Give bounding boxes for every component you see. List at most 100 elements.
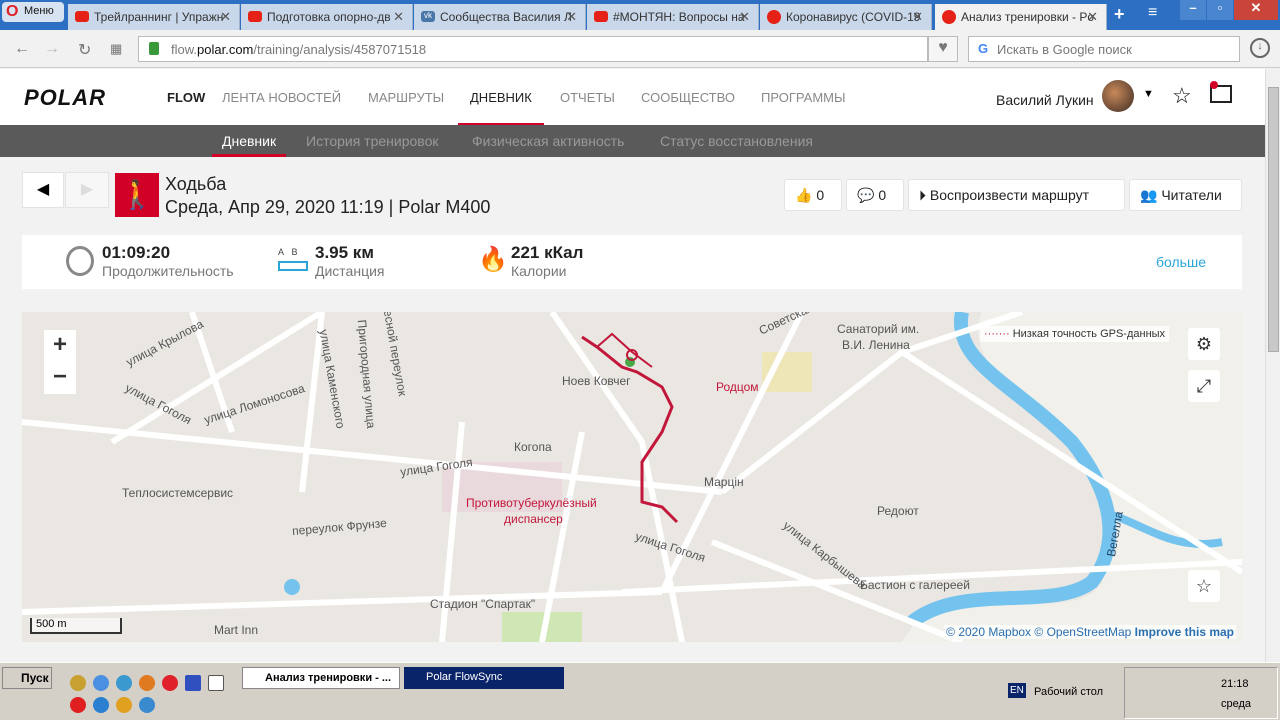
new-tab-button[interactable]: + <box>1114 4 1125 24</box>
browser-tab[interactable]: Коронавирус (COVID-19 ✕ <box>760 4 932 30</box>
browser-tab[interactable]: #МОНТЯН: Вопросы на ✕ <box>587 4 759 30</box>
chrome-icon[interactable] <box>93 675 109 691</box>
close-tab-icon[interactable]: ✕ <box>912 9 923 25</box>
yandex-icon[interactable] <box>70 697 86 713</box>
close-tab-icon[interactable]: ✕ <box>566 9 577 25</box>
tab-menu-icon[interactable]: ≡ <box>1148 4 1157 24</box>
nav-diary[interactable]: ДНЕВНИК <box>458 90 544 126</box>
forward-icon[interactable]: → <box>44 40 60 58</box>
replay-label: Воспроизвести маршрут <box>929 187 1090 203</box>
search-placeholder: Искать в Google поиск <box>997 42 1132 57</box>
close-window-button[interactable]: ✕ <box>1234 0 1278 20</box>
language-indicator[interactable]: EN <box>1008 683 1026 698</box>
nav-routes[interactable]: МАРШРУТЫ <box>368 90 444 105</box>
search-input[interactable]: G Искать в Google поиск <box>968 36 1240 62</box>
speed-dial-icon[interactable]: ▦ <box>110 41 122 57</box>
close-tab-icon[interactable]: ✕ <box>739 9 750 25</box>
firefox-icon[interactable] <box>139 675 155 691</box>
bookmark-heart-icon[interactable]: ♥ <box>928 36 958 62</box>
subnav-activity[interactable]: Физическая активность <box>472 133 624 149</box>
download-icon[interactable]: ↓ <box>1250 38 1270 58</box>
opera-icon[interactable] <box>162 675 178 691</box>
notification-dot <box>1210 81 1218 89</box>
favorite-star-icon[interactable]: ☆ <box>1188 570 1220 602</box>
clock-time[interactable]: 21:18 <box>1221 678 1249 690</box>
map-label: Противотуберкулёзный <box>466 496 597 510</box>
star-icon[interactable]: ☆ <box>1172 83 1192 109</box>
next-training-button[interactable]: ▶ <box>65 172 109 208</box>
taskbar-window-browser[interactable]: Анализ тренировки - ... <box>242 667 400 689</box>
window-label: Polar FlowSync <box>426 671 503 683</box>
calories-stat: 221 кКал Калории <box>511 243 583 279</box>
close-tab-icon[interactable]: ✕ <box>1087 9 1098 25</box>
browser-tab[interactable]: Трейлраннинг | Упражн ✕ <box>68 4 240 30</box>
opera-icon <box>767 10 781 24</box>
desktop-toolbar[interactable]: Рабочий стол <box>1034 686 1103 698</box>
point-a: A <box>278 247 285 257</box>
quicklaunch-icon[interactable] <box>139 697 155 713</box>
replay-route-button[interactable]: ⏵ Воспроизвести маршрут <box>908 179 1125 211</box>
nav-programs[interactable]: ПРОГРАММЫ <box>761 90 846 105</box>
prev-training-button[interactable]: ◀ <box>22 172 64 208</box>
nav-community[interactable]: СООБЩЕСТВО <box>641 90 735 105</box>
dotted-line-icon: ······· <box>984 328 1010 340</box>
duration-label: Продолжительность <box>102 263 234 279</box>
browser-tab-active[interactable]: Анализ тренировки - Po ✕ <box>935 4 1107 30</box>
subnav-recovery[interactable]: Статус восстановления <box>660 133 813 149</box>
map-scale: 500 m <box>30 618 122 634</box>
browser-menu-button[interactable]: O Меню <box>2 2 64 22</box>
map-label: Марцін <box>704 475 744 489</box>
user-name[interactable]: Василий Лукин <box>996 92 1094 108</box>
walking-icon: 🚶 <box>115 173 159 217</box>
taskbar-window-flowsync[interactable]: Polar FlowSync <box>404 667 564 689</box>
reload-icon[interactable]: ↻ <box>78 40 91 60</box>
restore-button[interactable]: ▫ <box>1207 0 1233 20</box>
url-input[interactable]: flow.polar.com/training/analysis/4587071… <box>138 36 928 62</box>
zoom-in-button[interactable]: + <box>44 330 76 362</box>
readers-button[interactable]: 👥 Читатели <box>1129 179 1242 211</box>
chevron-down-icon[interactable]: ▼ <box>1143 88 1154 100</box>
ie-icon[interactable] <box>93 697 109 713</box>
media-icon[interactable] <box>116 697 132 713</box>
quicklaunch-icon[interactable] <box>116 675 132 691</box>
youtube-icon <box>75 11 89 22</box>
nav-feed[interactable]: ЛЕНТА НОВОСТЕЙ <box>222 90 341 105</box>
scrollbar-thumb[interactable] <box>1268 87 1279 352</box>
mapbox-link[interactable]: © 2020 Mapbox <box>946 625 1031 639</box>
subnav-history[interactable]: История тренировок <box>306 133 438 149</box>
save-icon[interactable] <box>185 675 201 691</box>
browser-tab[interactable]: vk Сообщества Василия Л ✕ <box>414 4 586 30</box>
zoom-out-button[interactable]: − <box>44 362 76 394</box>
comment-button[interactable]: 💬 0 <box>846 179 904 211</box>
fullscreen-icon[interactable]: ⤢ <box>1188 370 1220 402</box>
clock-day: среда <box>1221 698 1252 710</box>
map-label: Бастион с галереей <box>860 578 970 592</box>
page-scrollbar[interactable] <box>1265 69 1280 662</box>
avatar[interactable] <box>1102 80 1134 112</box>
improve-map-link[interactable]: Improve this map <box>1135 625 1234 639</box>
nav-reports[interactable]: ОТЧЕТЫ <box>560 90 615 105</box>
route-map[interactable]: улица Крылова улица Каменского Пригородн… <box>22 312 1242 642</box>
close-tab-icon[interactable]: ✕ <box>220 9 231 25</box>
tab-title: Трейлраннинг | Упражн <box>94 10 224 24</box>
quicklaunch-icon[interactable] <box>208 675 224 691</box>
settings-gear-icon[interactable]: ⚙ <box>1188 328 1220 360</box>
more-link[interactable]: больше <box>1156 254 1206 270</box>
quicklaunch-icon[interactable] <box>70 675 86 691</box>
site-header: POLAR FLOW ЛЕНТА НОВОСТЕЙ МАРШРУТЫ ДНЕВН… <box>0 69 1265 126</box>
minimize-button[interactable]: – <box>1180 0 1206 20</box>
osm-link[interactable]: © OpenStreetMap <box>1034 625 1131 639</box>
browser-tab[interactable]: Подготовка опорно-дв ✕ <box>241 4 413 30</box>
comment-icon: 💬 <box>857 187 875 203</box>
like-button[interactable]: 👍 0 <box>784 179 842 211</box>
back-icon[interactable]: ← <box>14 40 30 58</box>
flow-label[interactable]: FLOW <box>167 90 205 105</box>
tab-title: Коронавирус (COVID-19 <box>786 10 921 24</box>
close-tab-icon[interactable]: ✕ <box>393 9 404 25</box>
subnav-diary[interactable]: Дневник <box>211 133 287 157</box>
system-tray: 21:18 среда <box>1124 667 1278 719</box>
play-icon: ⏵ <box>919 187 926 203</box>
polar-logo[interactable]: POLAR <box>24 85 106 111</box>
start-button[interactable]: Пуск <box>2 667 52 689</box>
vk-icon: vk <box>421 11 435 22</box>
